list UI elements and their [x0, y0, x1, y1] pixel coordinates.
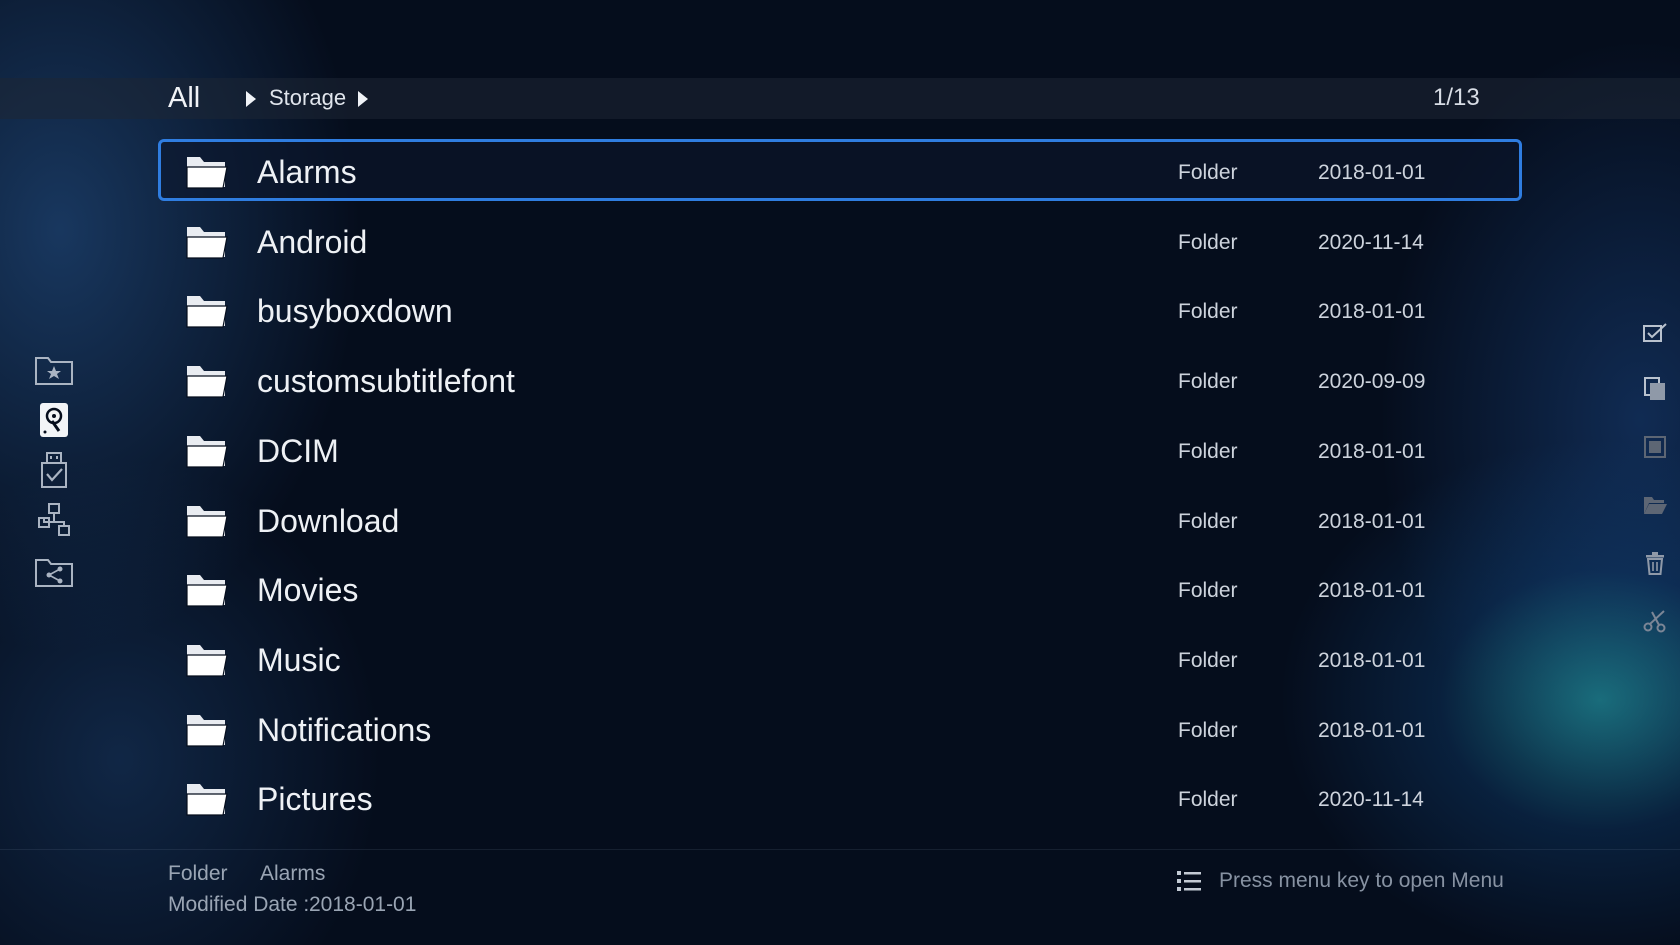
- breadcrumb-current[interactable]: Storage: [269, 84, 346, 112]
- breadcrumb-root[interactable]: All: [168, 80, 200, 116]
- file-row[interactable]: customsubtitlefont Folder 2020-09-09: [158, 348, 1522, 410]
- breadcrumb-separator-icon: [246, 91, 256, 107]
- menu-list-icon: [1176, 869, 1202, 893]
- file-name: Notifications: [257, 712, 432, 748]
- file-row[interactable]: Download Folder 2018-01-01: [158, 488, 1522, 550]
- file-date: 2018-01-01: [1318, 510, 1426, 533]
- file-type: Folder: [1178, 719, 1238, 742]
- file-row[interactable]: busyboxdown Folder 2018-01-01: [158, 278, 1522, 340]
- trash-icon[interactable]: [1640, 548, 1670, 578]
- file-name: customsubtitlefont: [257, 363, 515, 399]
- file-name: DCIM: [257, 433, 339, 469]
- selected-item-name: Alarms: [260, 862, 326, 885]
- file-date: 2018-01-01: [1318, 719, 1426, 742]
- file-name: busyboxdown: [257, 293, 453, 329]
- file-date: 2020-11-14: [1318, 788, 1424, 811]
- file-date: 2018-01-01: [1318, 440, 1426, 463]
- file-date: 2018-01-01: [1318, 579, 1426, 602]
- modified-date-value: 2018-01-01: [309, 893, 417, 916]
- file-type: Folder: [1178, 579, 1238, 602]
- modified-date-label: Modified Date :: [168, 893, 310, 916]
- file-name: Download: [257, 503, 400, 539]
- folder-icon: [185, 711, 229, 749]
- file-type: Folder: [1178, 370, 1238, 393]
- file-type: Folder: [1178, 231, 1238, 254]
- file-type: Folder: [1178, 510, 1238, 533]
- selected-item-type: Folder: [168, 862, 228, 885]
- copy-icon[interactable]: [1640, 374, 1670, 404]
- select-checkbox-icon[interactable]: [1640, 318, 1670, 348]
- file-name: Alarms: [257, 154, 357, 190]
- folder-icon: [185, 292, 229, 330]
- footer-divider: [0, 849, 1680, 850]
- folder-icon: [185, 571, 229, 609]
- file-row[interactable]: Notifications Folder 2018-01-01: [158, 697, 1522, 759]
- local-storage-icon[interactable]: [30, 400, 78, 440]
- breadcrumb-separator-icon: [358, 91, 368, 107]
- folder-icon: [185, 223, 229, 261]
- file-row[interactable]: Android Folder 2020-11-14: [158, 209, 1522, 271]
- file-row[interactable]: DCIM Folder 2018-01-01: [158, 418, 1522, 480]
- file-name: Movies: [257, 572, 359, 608]
- file-date: 2018-01-01: [1318, 649, 1426, 672]
- file-type: Folder: [1178, 649, 1238, 672]
- file-type: Folder: [1178, 300, 1238, 323]
- file-type: Folder: [1178, 161, 1238, 184]
- file-row[interactable]: Movies Folder 2018-01-01: [158, 557, 1522, 619]
- file-name: Pictures: [257, 781, 373, 817]
- cut-scissors-icon[interactable]: [1640, 606, 1670, 636]
- file-row[interactable]: Alarms Folder 2018-01-01: [158, 139, 1522, 201]
- file-name: Android: [257, 224, 368, 260]
- select-all-icon[interactable]: [1640, 432, 1670, 462]
- file-date: 2018-01-01: [1318, 161, 1426, 184]
- file-row[interactable]: Pictures Folder 2020-11-14: [158, 766, 1522, 828]
- file-type: Folder: [1178, 440, 1238, 463]
- file-row[interactable]: Music Folder 2018-01-01: [158, 627, 1522, 689]
- file-date: 2020-11-14: [1318, 231, 1424, 254]
- sidebar: [30, 350, 80, 600]
- file-date: 2018-01-01: [1318, 300, 1426, 323]
- action-toolbar: [1640, 318, 1674, 638]
- folder-icon: [185, 362, 229, 400]
- file-name: Music: [257, 642, 341, 678]
- folder-icon: [185, 153, 229, 191]
- share-folder-icon[interactable]: [30, 552, 78, 592]
- file-date: 2020-09-09: [1318, 370, 1426, 393]
- favorite-folder-icon[interactable]: [30, 350, 78, 390]
- folder-icon: [185, 432, 229, 470]
- file-list: Alarms Folder 2018-01-01 Android Folder 2020-…: [158, 139, 1522, 839]
- open-folder-icon[interactable]: [1640, 490, 1670, 520]
- folder-icon: [185, 641, 229, 679]
- file-type: Folder: [1178, 788, 1238, 811]
- usb-storage-icon[interactable]: [30, 450, 78, 490]
- menu-hint-text: Press menu key to open Menu: [1219, 869, 1504, 892]
- network-icon[interactable]: [30, 500, 78, 540]
- page-indicator: 1/13: [1433, 84, 1480, 111]
- folder-icon: [185, 780, 229, 818]
- folder-icon: [185, 502, 229, 540]
